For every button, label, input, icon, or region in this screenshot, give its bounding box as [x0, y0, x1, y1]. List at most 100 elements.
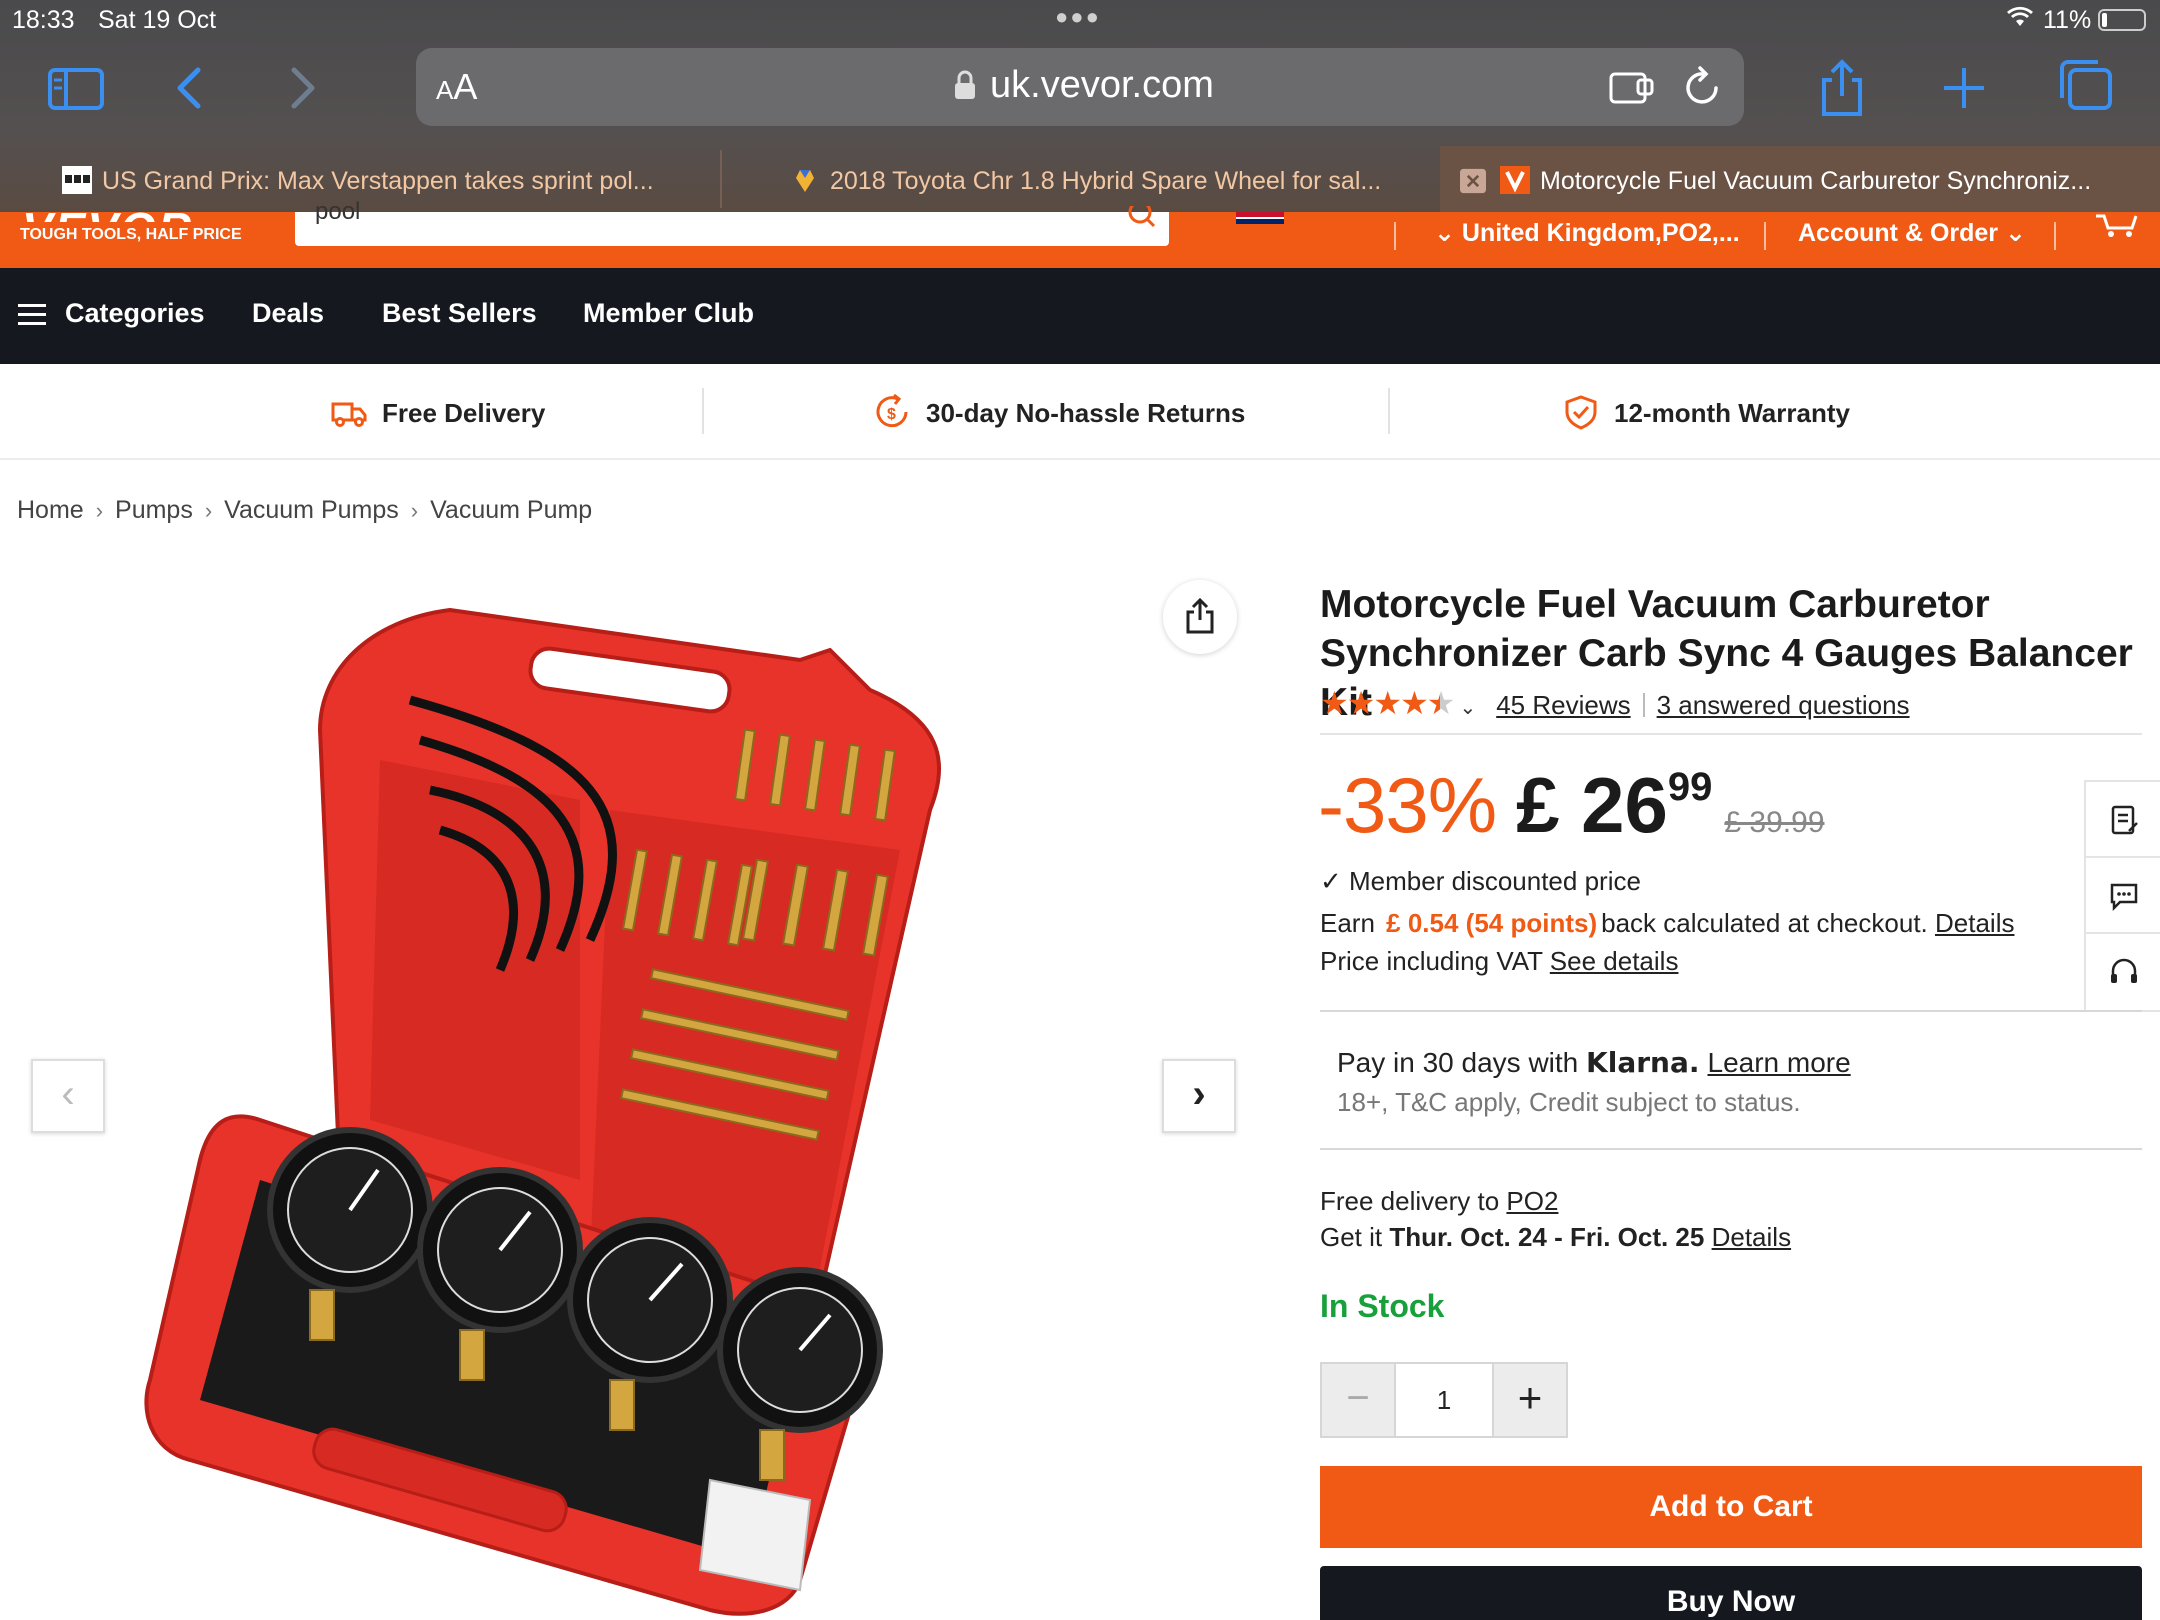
rating-stars-icon[interactable]: ★★★★★ — [1320, 685, 1455, 721]
returns-icon: $ — [876, 393, 908, 428]
add-to-cart-button[interactable]: Add to Cart — [1320, 1466, 2142, 1548]
breadcrumb-home[interactable]: Home — [17, 496, 84, 524]
price-original: £ 39.99 — [1724, 806, 1825, 839]
buy-now-button[interactable]: Buy Now — [1320, 1566, 2142, 1620]
nav-categories[interactable]: Categories — [65, 298, 205, 329]
reader-aa-button[interactable]: AA — [436, 66, 477, 108]
language-selector[interactable] — [1236, 212, 1336, 232]
points-details-link[interactable]: Details — [1935, 908, 2014, 938]
status-time: 18:33 — [12, 6, 75, 34]
benefit-returns[interactable]: $30-day No-hassle Returns — [874, 393, 1245, 430]
chevron-right-icon: › — [410, 498, 419, 523]
status-bar: 18:33 Sat 19 Oct ●●● 11% — [0, 0, 2160, 40]
breadcrumb-pumps[interactable]: Pumps — [115, 496, 193, 524]
headset-icon — [2111, 958, 2137, 983]
benefit-divider — [1388, 388, 1390, 434]
chevron-down-icon[interactable]: ⌄ — [1459, 697, 1476, 719]
quantity-input[interactable]: 1 — [1396, 1362, 1492, 1438]
chevron-right-icon: › — [204, 498, 213, 523]
close-tab-icon[interactable] — [1460, 168, 1490, 196]
quantity-decrease-button[interactable]: − — [1320, 1362, 1396, 1438]
battery-percent: 11% — [2043, 6, 2092, 34]
new-tab-icon[interactable] — [1932, 58, 1996, 118]
search-icon[interactable] — [1127, 200, 1157, 232]
divider — [1642, 693, 1645, 717]
discount-badge: -33% — [1318, 761, 1497, 849]
header-divider — [2054, 222, 2056, 250]
multitasking-dots-icon[interactable]: ●●● — [1055, 4, 1101, 30]
divider — [1320, 1148, 2142, 1150]
delivery-details-link[interactable]: Details — [1712, 1222, 1791, 1252]
side-tool-chat[interactable] — [2086, 858, 2160, 934]
browser-chrome: 18:33 Sat 19 Oct ●●● 11% AA uk.vevor.com — [0, 0, 2160, 212]
address-bar[interactable]: AA uk.vevor.com — [416, 48, 1744, 126]
vevor-favicon-icon — [1500, 166, 1530, 194]
site-header: VEVOR TOUGH TOOLS, HALF PRICE pool ⌄ Uni… — [0, 198, 2160, 268]
nav-deals[interactable]: Deals — [252, 298, 324, 329]
tab-toyota-wheel[interactable]: 2018 Toyota Chr 1.8 Hybrid Spare Wheel f… — [790, 146, 1430, 212]
benefit-free-delivery[interactable]: Free Delivery — [330, 394, 545, 430]
delivery-destination: Free delivery to PO2 — [1320, 1186, 1559, 1216]
account-order-menu[interactable]: Account & Order ⌄ — [1798, 218, 2026, 248]
tab-vevor-active[interactable]: Motorcycle Fuel Vacuum Carburetor Synchr… — [1440, 146, 2160, 212]
divider — [1320, 733, 2142, 735]
logo-tagline: TOUGH TOOLS, HALF PRICE — [20, 226, 242, 243]
extension-icon[interactable] — [1608, 66, 1658, 108]
shield-icon — [1565, 395, 1597, 430]
search-input[interactable]: pool — [295, 198, 1169, 246]
vevor-logo[interactable]: VEVOR — [22, 202, 193, 222]
breadcrumb-vacuum-pumps[interactable]: Vacuum Pumps — [224, 496, 399, 524]
benefits-bar: Free Delivery $30-day No-hassle Returns … — [0, 364, 2160, 460]
postcode-link[interactable]: PO2 — [1506, 1186, 1558, 1216]
quantity-increase-button[interactable]: + — [1492, 1362, 1568, 1438]
hamburger-menu-icon[interactable] — [18, 302, 46, 326]
uk-flag-icon — [1236, 212, 1284, 224]
back-icon[interactable] — [160, 58, 224, 118]
breadcrumb-vacuum-pump[interactable]: Vacuum Pump — [430, 496, 592, 524]
nav-member-club[interactable]: Member Club — [583, 298, 754, 329]
points-value: £ 0.54 (54 points) — [1386, 908, 1598, 938]
share-icon[interactable] — [1810, 58, 1874, 118]
reload-icon[interactable] — [1682, 64, 1724, 108]
sidebar-icon[interactable] — [44, 58, 108, 118]
forward-icon[interactable] — [268, 58, 332, 118]
listing-favicon-icon — [790, 166, 820, 194]
klarna-logo: Klarna. — [1586, 1046, 1700, 1079]
product-image[interactable] — [110, 580, 1210, 1620]
news-favicon-icon — [62, 166, 92, 194]
side-tool-notes[interactable] — [2086, 782, 2160, 858]
price-current: £ 26 — [1516, 761, 1668, 849]
delivery-truck-icon — [331, 402, 367, 427]
delivery-dates: Thur. Oct. 24 - Fri. Oct. 25 — [1389, 1222, 1705, 1252]
header-divider — [1394, 222, 1396, 250]
side-tool-support[interactable] — [2086, 934, 2160, 1010]
klarna-learn-more-link[interactable]: Learn more — [1708, 1047, 1851, 1078]
member-price-note: ✓ Member discounted price — [1320, 866, 1641, 896]
questions-link[interactable]: 3 answered questions — [1657, 690, 1910, 720]
lock-icon — [954, 70, 976, 100]
gallery-next-button[interactable]: › — [1162, 1059, 1236, 1133]
wifi-icon — [2006, 6, 2034, 35]
url-text[interactable]: uk.vevor.com — [990, 64, 1214, 107]
vat-details-link[interactable]: See details — [1550, 946, 1679, 976]
benefit-warranty[interactable]: 12-month Warranty — [1562, 394, 1850, 430]
cart-icon[interactable] — [2094, 212, 2138, 238]
benefit-divider — [702, 388, 704, 434]
chevron-down-icon: ⌄ — [1998, 219, 2026, 247]
gallery-prev-button[interactable]: ‹ — [31, 1059, 105, 1133]
quantity-stepper: − 1 + — [1320, 1362, 1568, 1438]
price-row: -33% £ 2699 £ 39.99 — [1318, 760, 1825, 851]
chevron-down-icon: ⌄ — [1434, 219, 1462, 247]
nav-best-sellers[interactable]: Best Sellers — [382, 298, 537, 329]
tabs-overview-icon[interactable] — [2054, 58, 2118, 118]
main-nav: Categories Deals Best Sellers Member Clu… — [0, 268, 2160, 364]
chat-icon — [2110, 883, 2138, 912]
ship-to-selector[interactable]: ⌄ United Kingdom,PO2,... — [1434, 218, 1740, 248]
status-date: Sat 19 Oct — [98, 6, 217, 34]
klarna-terms: 18+, T&C apply, Credit subject to status… — [1337, 1087, 1801, 1117]
share-button[interactable] — [1163, 580, 1237, 654]
vat-line: Price including VAT See details — [1320, 946, 1679, 976]
rating-row: ★★★★★ ⌄ 45 Reviews 3 answered questions — [1320, 684, 1910, 722]
stock-status: In Stock — [1320, 1288, 1445, 1324]
reviews-link[interactable]: 45 Reviews — [1496, 690, 1630, 720]
